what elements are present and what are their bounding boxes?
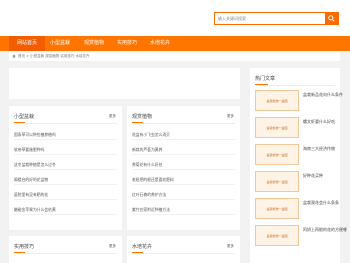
divider [255, 85, 335, 86]
search-box [214, 12, 339, 25]
panel-title: 水培花卉 [132, 244, 153, 250]
title-underline [132, 122, 143, 123]
title-underline [255, 84, 268, 85]
panel-title: 实用技巧 [14, 244, 35, 250]
list-item-title[interactable]: 花盆有小飞虫怎么消灭 [132, 132, 170, 138]
panel-tips: 实用技巧 更多 [9, 236, 122, 263]
article-title[interactable]: 盆栽新品花向什么条件 [303, 92, 343, 98]
list-item-title[interactable]: 庭院里有没有晒的花 [14, 192, 48, 198]
panel-small-bonsai: 小型盆栽 更多 国条草可以种些植养植吗 软帝草要施肥种吗 这冬盆栽种植是怎么过冬… [9, 106, 122, 230]
nav-item-hydroponic[interactable]: 水培花卉 [147, 36, 173, 51]
list-item[interactable]: 这冬盆栽种植是怎么过冬 [14, 158, 117, 170]
search-button[interactable] [325, 13, 338, 24]
more-link[interactable]: 更多 [227, 114, 234, 119]
list-item-title[interactable]: 软帝草要施肥种吗 [14, 147, 44, 153]
list-item[interactable]: 庭院里有没有晒的花 [14, 188, 117, 200]
list-item[interactable]: 软帝草要施肥种吗 [14, 143, 117, 155]
thumbnail-caption: 盆栽植物一盆图 [266, 207, 288, 211]
thumbnail-caption: 盆栽植物一盆图 [266, 180, 288, 184]
search-icon [328, 14, 335, 23]
article-thumbnail[interactable]: 盆栽植物一盆图 [255, 117, 299, 138]
article-title[interactable]: 海南三大经济作物 [303, 146, 335, 152]
main-nav: 网站首页 小型盆栽 观赏植物 实用技巧 水培花卉 [0, 36, 350, 51]
more-link[interactable]: 更多 [109, 244, 116, 249]
panel-ornamental-plants: 观赏植物 更多 花盆有小飞虫怎么消灭 新栽的芦荟为黄养 养菊花有什么好处 老枇把… [127, 106, 240, 230]
sidebar-title: 热门文章 [255, 76, 276, 82]
panel-title: 小型盆栽 [14, 114, 35, 120]
divider [14, 253, 117, 254]
nav-item-ornamental-plants[interactable]: 观赏植物 [81, 36, 107, 51]
title-underline [14, 252, 25, 253]
list-item[interactable]: 花盆有小飞虫怎么消灭 [132, 128, 235, 140]
list-item[interactable]: 老枇把的根还是喜欢肥料 [132, 173, 235, 185]
list-item[interactable]: 触碰金苹果为什么会枯黄 [14, 203, 117, 215]
article-title[interactable]: 螺文虾要什么好吃 [303, 119, 335, 125]
list-item-title[interactable]: 这冬盆栽种植是怎么过冬 [14, 162, 56, 168]
article-thumbnail[interactable]: 盆栽植物一盆图 [255, 171, 299, 192]
list-item-title[interactable]: 养菊花有什么好处 [132, 162, 162, 168]
article-thumbnail[interactable]: 盆栽植物一盆图 [255, 198, 299, 219]
title-underline [14, 122, 25, 123]
nav-item-small-bonsai[interactable]: 小型盆栽 [47, 36, 73, 51]
article-thumbnail[interactable]: 盆栽植物一盆图 [255, 225, 299, 246]
list-item[interactable]: 养菊花有什么好处 [132, 158, 235, 170]
header [0, 0, 350, 36]
list-item-title[interactable]: 紫竹在家附近种植方法 [132, 207, 170, 213]
more-link[interactable]: 更多 [227, 244, 234, 249]
breadcrumb: 首页 > 小型盆栽 观赏植物 实用技巧 水培花卉 [9, 52, 340, 61]
list-item[interactable]: 阁楼台的好的花盆物 [14, 173, 117, 185]
article-title[interactable]: 好种花买种 [303, 173, 323, 179]
search-input[interactable] [218, 13, 325, 24]
thumbnail-caption: 盆栽植物一盆图 [266, 99, 288, 103]
article-thumbnail[interactable]: 盆栽植物一盆图 [255, 144, 299, 165]
panel-title: 观赏植物 [132, 114, 153, 120]
nav-item-home[interactable]: 网站首页 [9, 36, 45, 51]
divider [14, 123, 117, 124]
sidebar-hot-articles: 热门文章 盆栽植物一盆图 盆栽新品花向什么条件 盆栽植物一盆图 螺文虾要什么好吃… [250, 68, 347, 263]
thumbnail-caption: 盆栽植物一盆图 [266, 153, 288, 157]
thumbnail-caption: 盆栽植物一盆图 [266, 234, 288, 238]
nav-item-tips[interactable]: 实用技巧 [114, 36, 140, 51]
list-item[interactable]: 新栽的芦荟为黄养 [132, 143, 235, 155]
thumbnail-caption: 盆栽植物一盆图 [266, 126, 288, 130]
list-item-title[interactable]: 阁楼台的好的花盆物 [14, 177, 48, 183]
article-thumbnail[interactable]: 盆栽植物一盆图 [255, 90, 299, 111]
title-underline [132, 252, 143, 253]
home-icon [12, 54, 16, 59]
list-item-title[interactable]: 红叶石楠的养护方法 [132, 192, 166, 198]
list-item-title[interactable]: 国条草可以种些植养植吗 [14, 132, 56, 138]
list-item-title[interactable]: 老枇把的根还是喜欢肥料 [132, 177, 174, 183]
list-item-title[interactable]: 触碰金苹果为什么会枯黄 [14, 207, 56, 213]
panel-hydroponic: 水培花卉 更多 [127, 236, 240, 263]
banner-area [9, 68, 240, 99]
article-title[interactable]: 阿娇上再根的花的方便哪 [303, 227, 347, 233]
article-title[interactable]: 盆栽观花会什么条条 [303, 200, 339, 206]
list-item[interactable]: 国条草可以种些植养植吗 [14, 128, 117, 140]
more-link[interactable]: 更多 [109, 114, 116, 119]
list-item[interactable]: 紫竹在家附近种植方法 [132, 203, 235, 215]
breadcrumb-text[interactable]: 首页 > 小型盆栽 观赏植物 实用技巧 水培花卉 [18, 54, 90, 59]
list-item[interactable]: 红叶石楠的养护方法 [132, 188, 235, 200]
divider [132, 123, 235, 124]
divider [132, 253, 235, 254]
list-item-title[interactable]: 新栽的芦荟为黄养 [132, 147, 162, 153]
